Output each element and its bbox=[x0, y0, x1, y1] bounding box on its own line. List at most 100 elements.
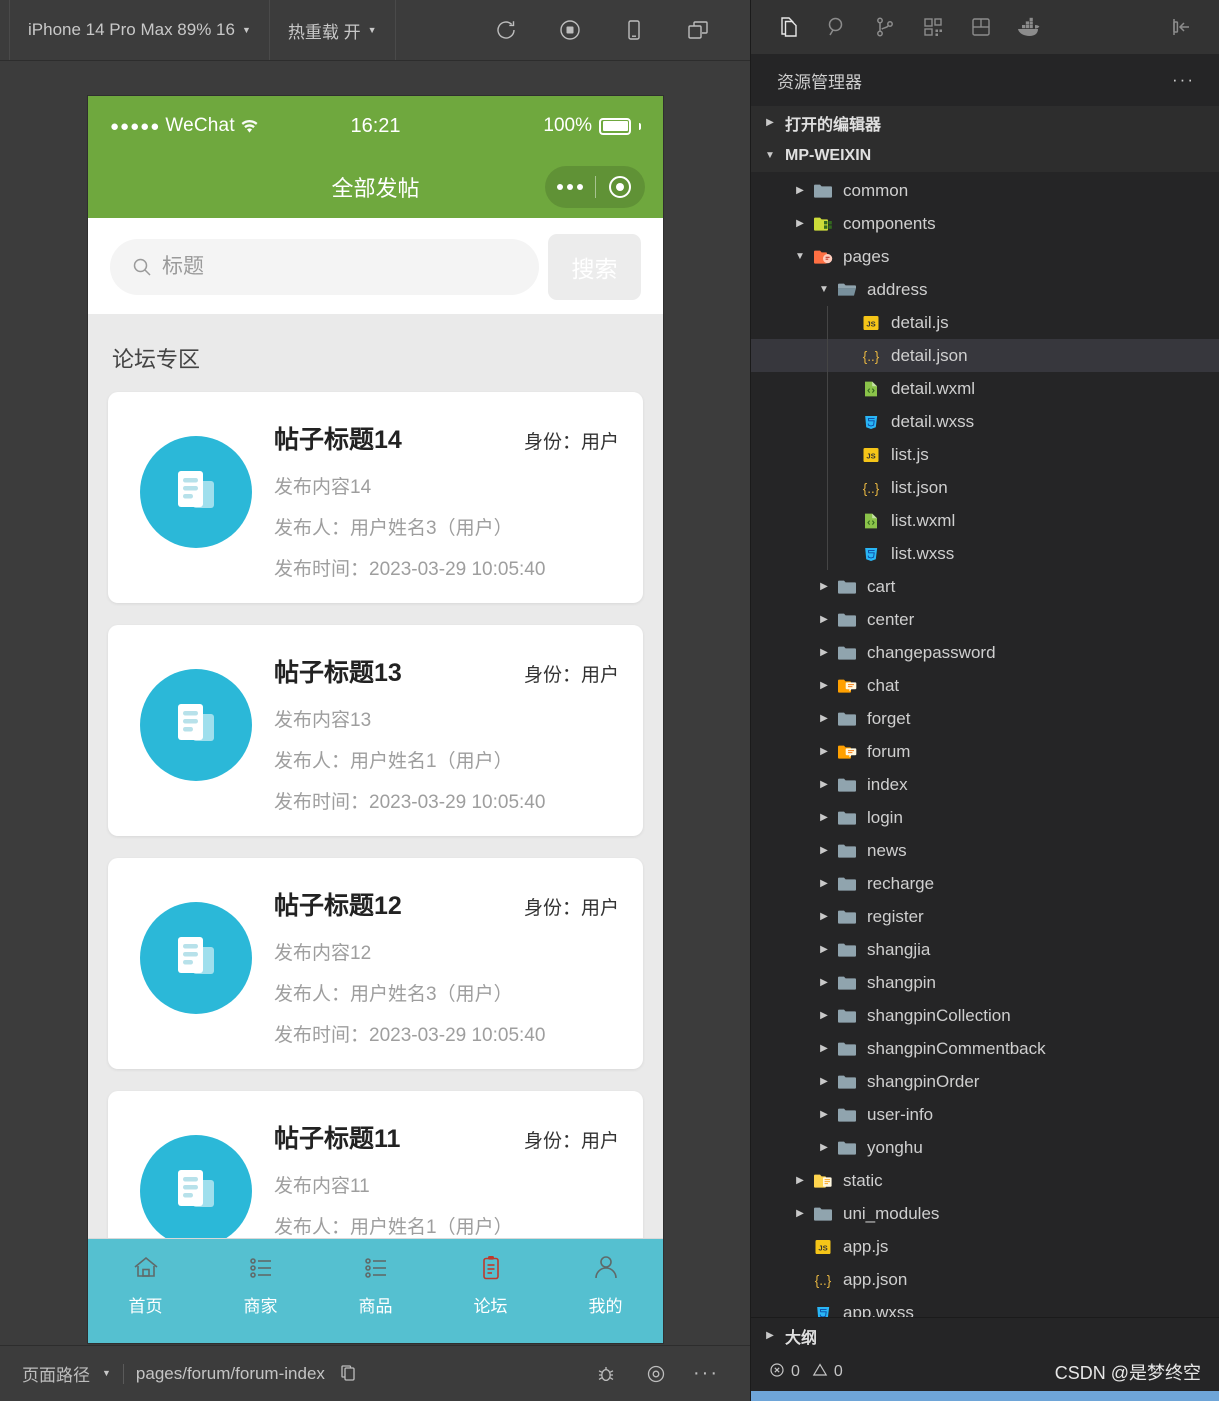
tree-folder-chat[interactable]: ▶ chat bbox=[751, 669, 1219, 702]
tree-folder-components[interactable]: ▶ components bbox=[751, 207, 1219, 240]
chevron-right-icon[interactable]: ▶ bbox=[817, 977, 831, 988]
post-card[interactable]: 帖子标题13 身份：用户 发布内容13 发布人：用户姓名1（用户） 发布时间：2… bbox=[108, 625, 643, 836]
tree-folder-news[interactable]: ▶ news bbox=[751, 834, 1219, 867]
phone-icon[interactable] bbox=[621, 17, 647, 43]
chevron-right-icon[interactable]: ▶ bbox=[817, 581, 831, 592]
tree-folder-yonghu[interactable]: ▶ yonghu bbox=[751, 1131, 1219, 1164]
tree-file-detail-wxml[interactable]: detail.wxml bbox=[751, 372, 1219, 405]
ellipsis-icon[interactable] bbox=[545, 184, 595, 190]
tree-folder-shangpincommentback[interactable]: ▶ shangpinCommentback bbox=[751, 1032, 1219, 1065]
tree-folder-shangjia[interactable]: ▶ shangjia bbox=[751, 933, 1219, 966]
chevron-right-icon[interactable]: ▶ bbox=[817, 647, 831, 658]
chevron-right-icon[interactable]: ▶ bbox=[793, 185, 807, 196]
device-selector[interactable]: iPhone 14 Pro Max 89% 16 ▼ bbox=[9, 0, 270, 60]
tree-file-detail-json[interactable]: {..} detail.json bbox=[751, 339, 1219, 372]
explorer-icon[interactable] bbox=[765, 4, 813, 50]
post-card[interactable]: 帖子标题11 身份：用户 发布内容11 发布人：用户姓名1（用户） 发布时间：2… bbox=[108, 1091, 643, 1238]
project-root-section[interactable]: ▼ MP-WEIXIN bbox=[751, 139, 1219, 172]
source-control-icon[interactable] bbox=[861, 4, 909, 50]
chevron-right-icon[interactable]: ▶ bbox=[817, 911, 831, 922]
copy-icon[interactable] bbox=[337, 1362, 361, 1386]
chevron-right-icon[interactable]: ▶ bbox=[817, 614, 831, 625]
tree-folder-common[interactable]: ▶ common bbox=[751, 174, 1219, 207]
tree-folder-static[interactable]: ▶ static bbox=[751, 1164, 1219, 1197]
tree-folder-shangpincollection[interactable]: ▶ shangpinCollection bbox=[751, 999, 1219, 1032]
chevron-right-icon[interactable]: ▶ bbox=[817, 746, 831, 757]
tab-home[interactable]: 首页 bbox=[88, 1251, 203, 1317]
explorer-more-icon[interactable]: ··· bbox=[1172, 70, 1195, 90]
tree-folder-recharge[interactable]: ▶ recharge bbox=[751, 867, 1219, 900]
tree-file-app-wxss[interactable]: app.wxss bbox=[751, 1296, 1219, 1317]
tab-mine[interactable]: 我的 bbox=[548, 1251, 663, 1317]
tree-folder-pages[interactable]: ▼ pages bbox=[751, 240, 1219, 273]
search-input[interactable] bbox=[162, 255, 517, 279]
chevron-down-icon[interactable]: ▼ bbox=[102, 1369, 111, 1378]
ellipsis-icon[interactable]: ··· bbox=[693, 1362, 718, 1386]
tree-folder-uni-modules[interactable]: ▶ uni_modules bbox=[751, 1197, 1219, 1230]
chevron-right-icon[interactable]: ▶ bbox=[817, 713, 831, 724]
tree-folder-shangpinorder[interactable]: ▶ shangpinOrder bbox=[751, 1065, 1219, 1098]
wechat-capsule-button[interactable] bbox=[545, 166, 645, 208]
problems-indicator[interactable]: 0 0 bbox=[769, 1362, 843, 1383]
tree-file-detail-js[interactable]: JS detail.js bbox=[751, 306, 1219, 339]
chevron-right-icon[interactable]: ▶ bbox=[817, 944, 831, 955]
docker-icon[interactable] bbox=[1005, 4, 1053, 50]
tree-folder-cart[interactable]: ▶ cart bbox=[751, 570, 1219, 603]
layout-icon[interactable] bbox=[957, 4, 1005, 50]
tree-folder-forum[interactable]: ▶ forum bbox=[751, 735, 1219, 768]
tree-file-list-wxss[interactable]: list.wxss bbox=[751, 537, 1219, 570]
chevron-right-icon[interactable]: ▶ bbox=[793, 1175, 807, 1186]
hot-reload-selector[interactable]: 热重载 开 ▼ bbox=[270, 0, 396, 60]
post-card[interactable]: 帖子标题14 身份：用户 发布内容14 发布人：用户姓名3（用户） 发布时间：2… bbox=[108, 392, 643, 603]
collapse-sidebar-icon[interactable] bbox=[1157, 4, 1205, 50]
extensions-icon[interactable] bbox=[909, 4, 957, 50]
tree-folder-user-info[interactable]: ▶ user-info bbox=[751, 1098, 1219, 1131]
chevron-right-icon[interactable]: ▶ bbox=[817, 878, 831, 889]
eye-icon[interactable] bbox=[644, 1362, 668, 1386]
chevron-right-icon[interactable]: ▶ bbox=[793, 1208, 807, 1219]
tab-merchant[interactable]: 商家 bbox=[203, 1251, 318, 1317]
search-icon[interactable] bbox=[813, 4, 861, 50]
file-tree[interactable]: ▶ common ▶ components ▼ pages ▼ address JS detail… bbox=[751, 172, 1219, 1317]
search-box[interactable] bbox=[110, 239, 539, 295]
tree-folder-changepassword[interactable]: ▶ changepassword bbox=[751, 636, 1219, 669]
chevron-right-icon[interactable]: ▶ bbox=[817, 680, 831, 691]
chevron-right-icon[interactable]: ▶ bbox=[817, 845, 831, 856]
tree-file-app-json[interactable]: {..} app.json bbox=[751, 1263, 1219, 1296]
chevron-right-icon[interactable]: ▶ bbox=[817, 1142, 831, 1153]
tree-folder-index[interactable]: ▶ index bbox=[751, 768, 1219, 801]
chevron-right-icon[interactable]: ▶ bbox=[817, 812, 831, 823]
tree-folder-forget[interactable]: ▶ forget bbox=[751, 702, 1219, 735]
post-list[interactable]: 论坛专区 帖子标题14 身份：用户 发布内容14 发布人：用户姓名3（用户） 发… bbox=[88, 314, 663, 1238]
tree-file-list-js[interactable]: JS list.js bbox=[751, 438, 1219, 471]
chevron-right-icon[interactable]: ▶ bbox=[793, 218, 807, 229]
chevron-right-icon[interactable]: ▶ bbox=[817, 1043, 831, 1054]
tree-file-list-json[interactable]: {..} list.json bbox=[751, 471, 1219, 504]
outline-section[interactable]: ▶ 大纲 bbox=[751, 1317, 1219, 1353]
tree-folder-center[interactable]: ▶ center bbox=[751, 603, 1219, 636]
tree-folder-shangpin[interactable]: ▶ shangpin bbox=[751, 966, 1219, 999]
tree-folder-login[interactable]: ▶ login bbox=[751, 801, 1219, 834]
tree-file-app-js[interactable]: JS app.js bbox=[751, 1230, 1219, 1263]
tab-forum[interactable]: 论坛 bbox=[433, 1251, 548, 1317]
record-icon[interactable] bbox=[557, 17, 583, 43]
tree-folder-register[interactable]: ▶ register bbox=[751, 900, 1219, 933]
target-icon[interactable] bbox=[596, 176, 646, 198]
opened-editors-section[interactable]: ▶ 打开的编辑器 bbox=[751, 106, 1219, 139]
chevron-right-icon[interactable]: ▶ bbox=[817, 1076, 831, 1087]
search-button[interactable]: 搜索 bbox=[548, 234, 641, 300]
tree-folder-address[interactable]: ▼ address bbox=[751, 273, 1219, 306]
chevron-down-icon[interactable]: ▼ bbox=[817, 284, 831, 295]
chevron-down-icon[interactable]: ▼ bbox=[793, 251, 807, 262]
chevron-right-icon[interactable]: ▶ bbox=[817, 1109, 831, 1120]
bug-icon[interactable] bbox=[594, 1362, 618, 1386]
page-path-label[interactable]: 页面路径 bbox=[22, 1361, 90, 1386]
chevron-right-icon[interactable]: ▶ bbox=[817, 1010, 831, 1021]
tree-file-detail-wxss[interactable]: detail.wxss bbox=[751, 405, 1219, 438]
chevron-right-icon[interactable]: ▶ bbox=[817, 779, 831, 790]
window-icon[interactable] bbox=[685, 17, 711, 43]
tab-goods[interactable]: 商品 bbox=[318, 1251, 433, 1317]
tree-file-list-wxml[interactable]: list.wxml bbox=[751, 504, 1219, 537]
post-card[interactable]: 帖子标题12 身份：用户 发布内容12 发布人：用户姓名3（用户） 发布时间：2… bbox=[108, 858, 643, 1069]
refresh-icon[interactable] bbox=[493, 17, 519, 43]
